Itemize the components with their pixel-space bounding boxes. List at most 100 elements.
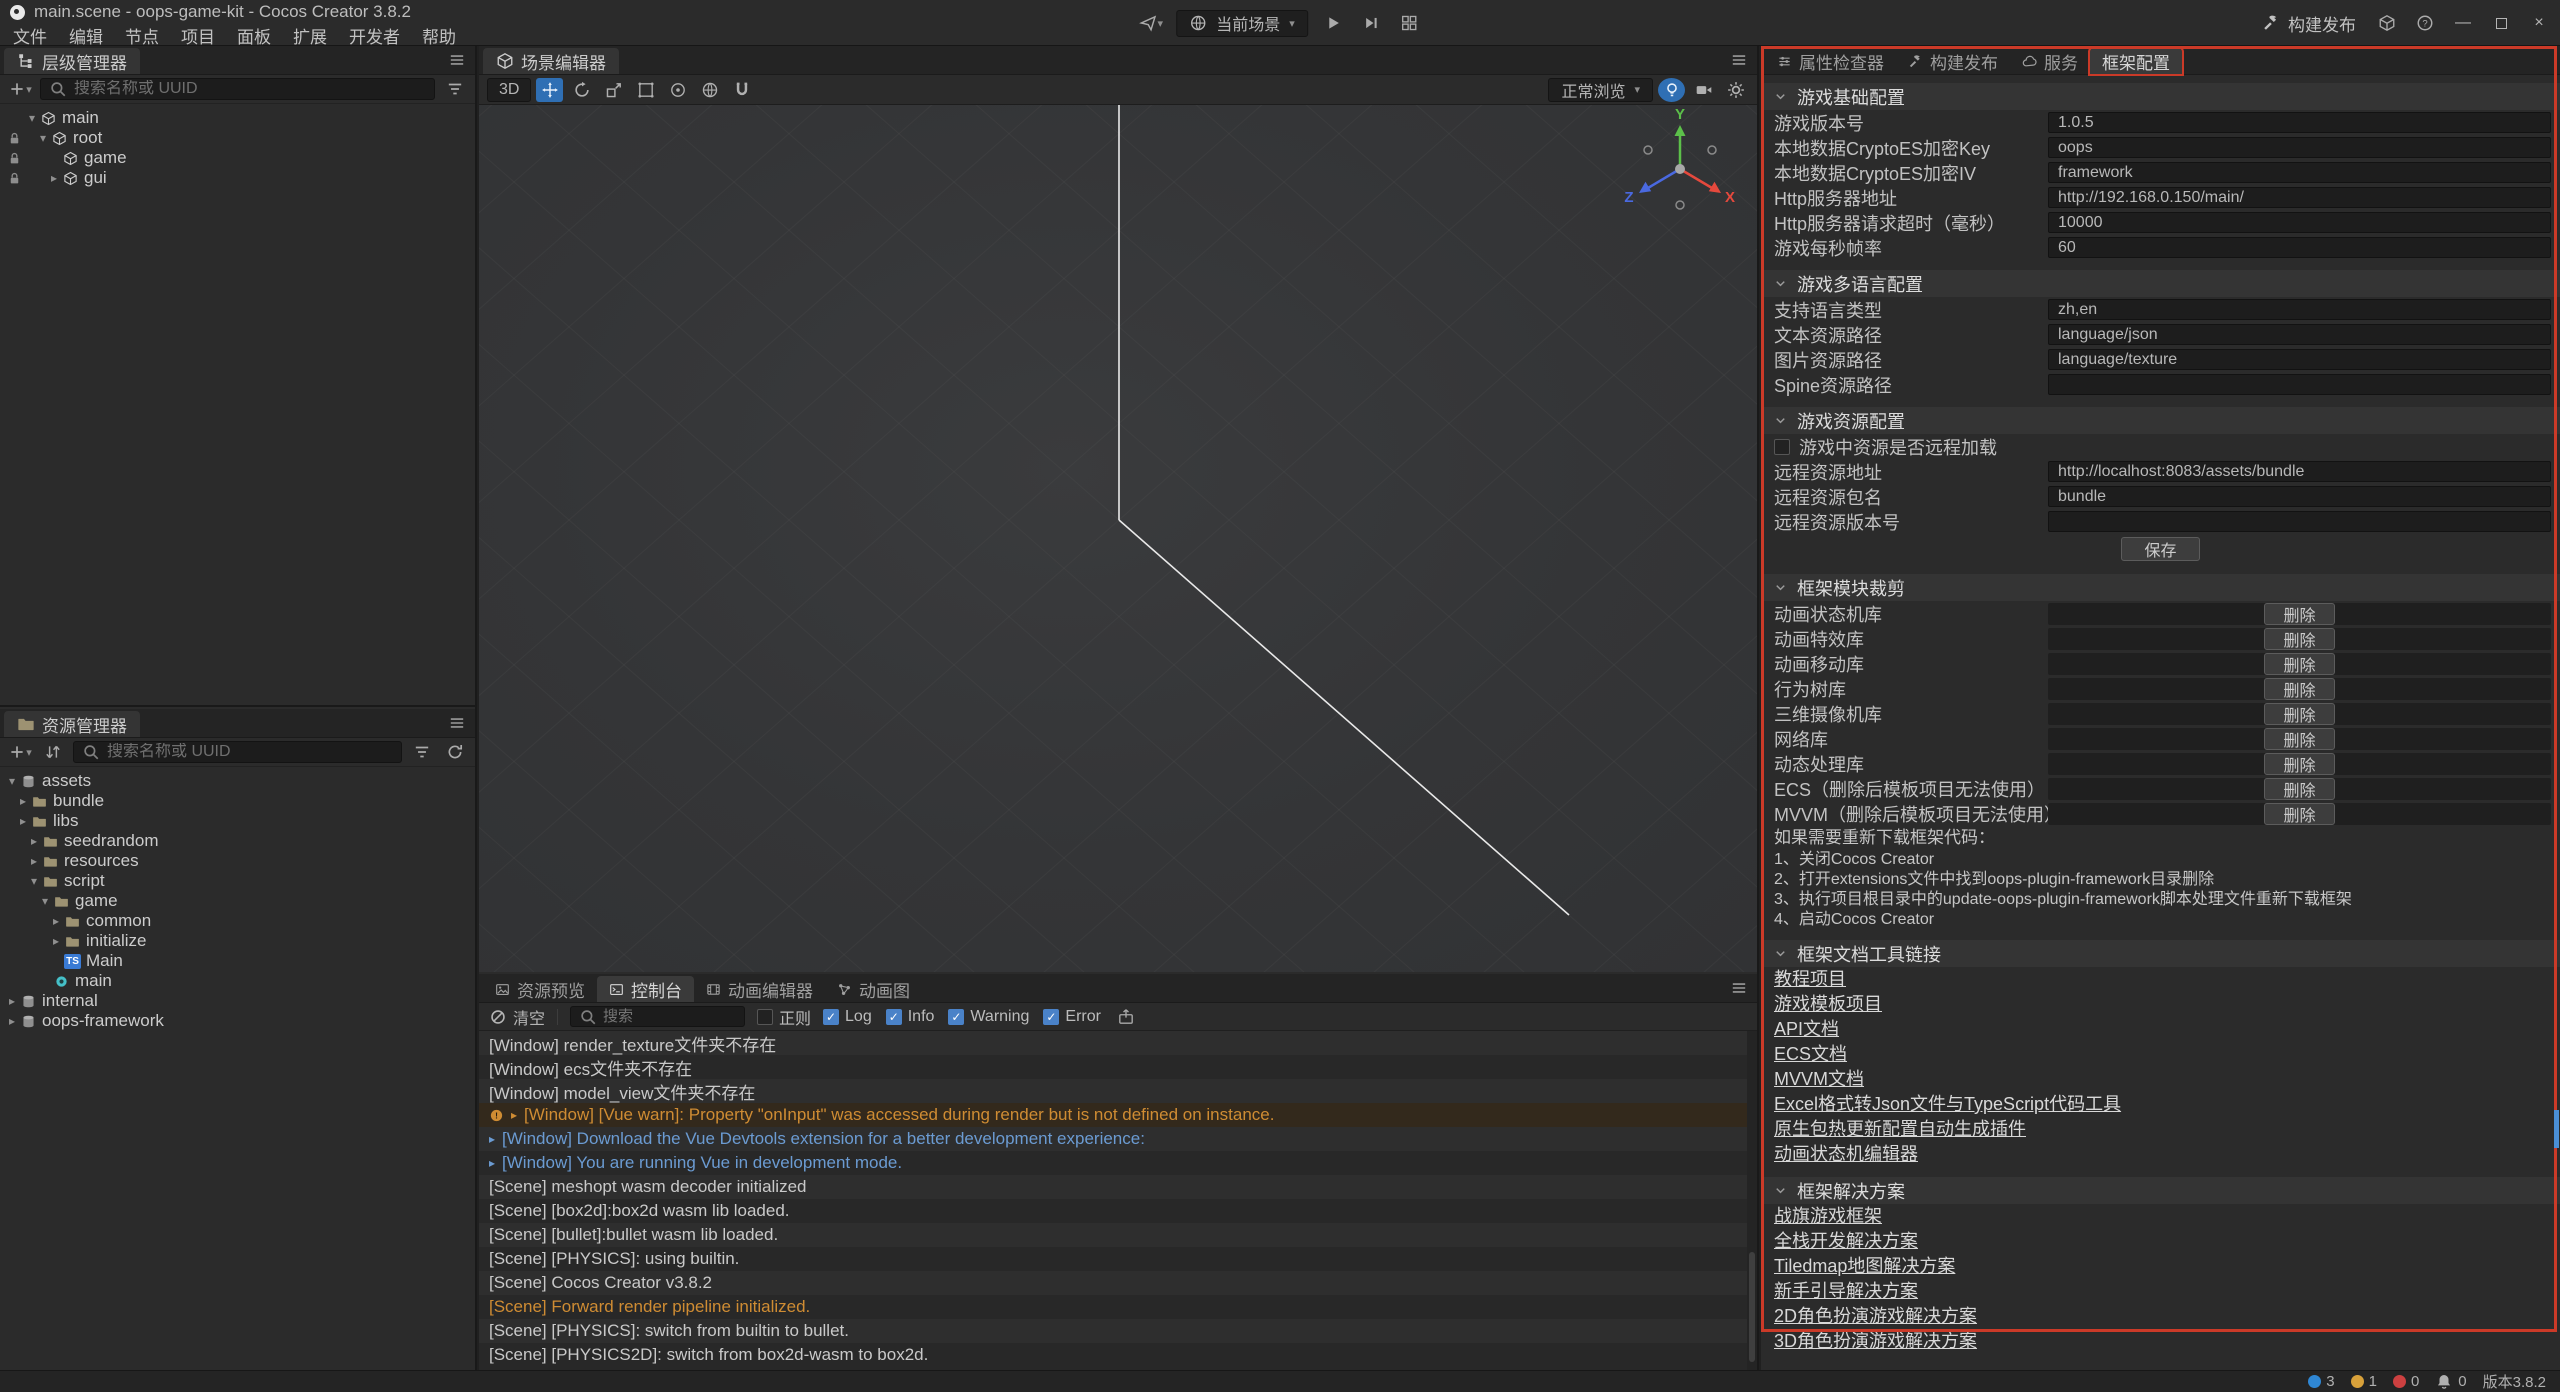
field-input-远程资源地址[interactable] [2048,461,2551,482]
delete-module-button[interactable]: 删除 [2264,753,2334,775]
error-checkbox[interactable]: ✓ [1043,1009,1059,1025]
hierarchy-menu-button[interactable] [448,51,466,69]
rect-tool-button[interactable] [632,78,659,102]
inspector-scroll-thumb[interactable] [2554,1110,2559,1148]
section-header-框架模块裁剪[interactable]: 框架模块裁剪 [1761,574,2560,601]
assets-node-script[interactable]: ▾script [0,871,475,891]
assets-node-internal[interactable]: ▸internal [0,991,475,1011]
delete-module-button[interactable]: 删除 [2264,603,2334,625]
expand-arrow-icon[interactable]: ▸ [4,1014,20,1028]
expand-arrow-icon[interactable]: ▾ [4,774,20,788]
expand-arrow-icon[interactable]: ▸ [26,854,42,868]
tab-动画图[interactable]: 动画图 [825,976,922,1002]
assets-node-assets[interactable]: ▾assets [0,771,475,791]
axis-gizmo[interactable]: Y X Z [1615,107,1745,237]
expand-arrow-icon[interactable]: ▾ [26,874,42,888]
scale-tool-button[interactable] [600,78,627,102]
console-line[interactable]: [Scene] [PHYSICS]: using builtin. [479,1247,1757,1271]
expand-arrow-icon[interactable]: ▸ [46,171,62,185]
console-scroll-thumb[interactable] [1749,1252,1755,1362]
filter-info[interactable]: ✓Info [886,1008,935,1026]
assets-node-bundle[interactable]: ▸bundle [0,791,475,811]
scene-camera-button[interactable] [1690,78,1717,102]
console-line[interactable]: [Scene] [PHYSICS2D]: switch from box2d-w… [479,1343,1757,1367]
expand-arrow-icon[interactable]: ▸ [48,934,64,948]
assets-menu-button[interactable] [448,714,466,732]
scene-select-dropdown[interactable]: 当前场景 ▾ [1176,10,1308,37]
tab-动画编辑器[interactable]: 动画编辑器 [694,976,825,1002]
play-button[interactable] [1320,12,1346,35]
delete-module-button[interactable]: 删除 [2264,703,2334,725]
expand-arrow-icon[interactable]: ▾ [37,894,53,908]
regex-toggle[interactable]: 正则 [757,1005,811,1029]
hierarchy-node-gui[interactable]: ▸gui [0,168,475,188]
build-publish-button[interactable]: 构建发布 [2252,11,2366,36]
section-header-游戏基础配置[interactable]: 游戏基础配置 [1761,83,2560,110]
field-input-文本资源路径[interactable] [2048,324,2551,345]
field-input-游戏版本号[interactable] [2048,112,2551,133]
menu-item-项目[interactable]: 项目 [170,24,226,46]
tab-hierarchy[interactable]: 层级管理器 [4,48,140,74]
console-scrollbar[interactable] [1747,1031,1757,1370]
expand-arrow-icon[interactable]: ▸ [15,814,31,828]
hierarchy-search-input[interactable] [74,80,426,98]
assets-node-initialize[interactable]: ▸initialize [0,931,475,951]
assets-node-libs[interactable]: ▸libs [0,811,475,831]
menu-item-帮助[interactable]: 帮助 [411,24,467,46]
delete-module-button[interactable]: 删除 [2264,653,2334,675]
tab-框架配置[interactable]: 框架配置 [2090,48,2182,74]
scene-light-toggle[interactable] [1658,78,1685,102]
console-line[interactable]: [Window] model_view文件夹不存在 [479,1079,1757,1103]
mode-3d-toggle[interactable]: 3D [487,78,531,102]
console-line[interactable]: [Scene] Cocos Creator v3.8.2 [479,1271,1757,1295]
doc-link-MVVM文档[interactable]: MVVM文档 [1761,1067,2560,1092]
assets-node-resources[interactable]: ▸resources [0,851,475,871]
console-line[interactable]: [Scene] [PHYSICS]: switch from builtin t… [479,1319,1757,1343]
scene-viewport[interactable]: Y X Z [479,105,1757,972]
hierarchy-add-button[interactable]: ▾ [7,78,33,101]
field-input-Http服务器请求超时（毫秒）[interactable] [2048,212,2551,233]
console-line[interactable]: [Scene] Forward render pipeline initiali… [479,1295,1757,1319]
section-header-游戏多语言配置[interactable]: 游戏多语言配置 [1761,270,2560,297]
save-button[interactable]: 保存 [2121,537,2199,561]
expand-arrow-icon[interactable]: ▸ [489,1132,495,1146]
section-header-框架解决方案[interactable]: 框架解决方案 [1761,1177,2560,1204]
hierarchy-filter-button[interactable] [442,78,468,101]
doc-link-ECS文档[interactable]: ECS文档 [1761,1042,2560,1067]
scene-menu-button[interactable] [1730,51,1748,69]
doc-link-原生包热更新配置自动生成插件[interactable]: 原生包热更新配置自动生成插件 [1761,1117,2560,1142]
minimize-button[interactable]: — [2446,9,2480,37]
assets-node-Main[interactable]: TSMain [0,951,475,971]
console-line[interactable]: ▸[Window] Download the Vue Devtools exte… [479,1127,1757,1151]
delete-module-button[interactable]: 删除 [2264,628,2334,650]
warning-count[interactable]: 1 [2351,1373,2377,1390]
tab-控制台[interactable]: 控制台 [597,976,694,1002]
doc-link-游戏模板项目[interactable]: 游戏模板项目 [1761,992,2560,1017]
doc-link-全栈开发解决方案[interactable]: 全栈开发解决方案 [1761,1229,2560,1254]
scene-settings-button[interactable] [1722,78,1749,102]
assets-sort-button[interactable] [40,741,66,764]
doc-link-新手引导解决方案[interactable]: 新手引导解决方案 [1761,1279,2560,1304]
snap-toggle-button[interactable] [728,78,755,102]
console-menu-button[interactable] [1730,979,1748,997]
expand-arrow-icon[interactable]: ▸ [15,794,31,808]
assets-node-oops-framework[interactable]: ▸oops-framework [0,1011,475,1031]
field-input-本地数据CryptoES加密Key[interactable] [2048,137,2551,158]
assets-add-button[interactable]: ▾ [7,741,33,764]
field-input-远程资源包名[interactable] [2048,486,2551,507]
menu-item-编辑[interactable]: 编辑 [58,24,114,46]
doc-link-战旗游戏框架[interactable]: 战旗游戏框架 [1761,1204,2560,1229]
field-input-游戏每秒帧率[interactable] [2048,237,2551,258]
layout-grid-button[interactable] [1396,12,1422,35]
section-header-框架文档工具链接[interactable]: 框架文档工具链接 [1761,940,2560,967]
warning-checkbox[interactable]: ✓ [948,1009,964,1025]
console-line[interactable]: [Window] render_texture文件夹不存在 [479,1031,1757,1055]
expand-arrow-icon[interactable]: ▾ [24,111,40,125]
menu-item-文件[interactable]: 文件 [2,24,58,46]
menu-item-面板[interactable]: 面板 [226,24,282,46]
step-frame-button[interactable] [1358,12,1384,35]
info-checkbox[interactable]: ✓ [886,1009,902,1025]
pivot-toggle-button[interactable] [664,78,691,102]
assets-refresh-button[interactable] [442,741,468,764]
doc-link-动画状态机编辑器[interactable]: 动画状态机编辑器 [1761,1142,2560,1167]
